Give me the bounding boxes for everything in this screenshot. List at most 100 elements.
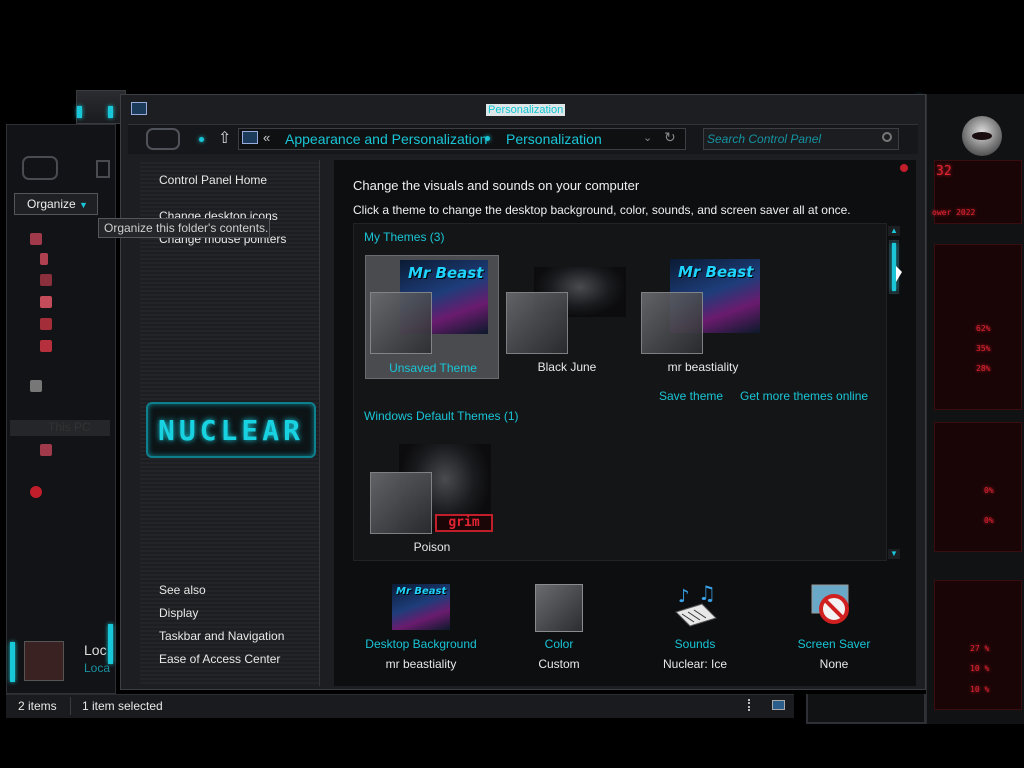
bg-list-item-icon[interactable]	[40, 253, 48, 265]
gadget-value: 0%	[984, 516, 994, 525]
bg-list-item-icon[interactable]	[30, 233, 42, 245]
bg-list-item-icon[interactable]	[40, 340, 52, 352]
sounds-item[interactable]: Sounds Nuclear: Ice	[630, 637, 760, 671]
gadget-value: 27 %	[970, 644, 990, 653]
nuclear-logo: NUCLEAR	[146, 402, 316, 458]
back-button[interactable]	[146, 128, 180, 150]
bg-network-icon[interactable]	[30, 380, 42, 392]
gadget-value: ower 2022	[932, 208, 976, 217]
bg-disc-icon[interactable]	[30, 486, 42, 498]
chevron-down-icon[interactable]: ⌄	[643, 131, 652, 144]
sounds-value: Nuclear: Ice	[662, 657, 728, 671]
theme-mr-beastiality[interactable]: Mr Beast mr beastiality	[636, 255, 770, 379]
theme-name: Poison	[413, 540, 451, 554]
gadget-block	[934, 422, 1022, 552]
organize-label: Organize	[27, 197, 76, 211]
search-input[interactable]	[707, 131, 879, 147]
svg-text:♫: ♫	[698, 584, 716, 605]
bg-list-item-icon[interactable]	[40, 318, 52, 330]
back-hex-button[interactable]	[22, 156, 58, 180]
breadcrumb-separator-icon	[485, 136, 490, 141]
organize-tooltip: Organize this folder's contents.	[98, 218, 270, 238]
gadget-value: 10 %	[970, 664, 990, 673]
page-subheading: Click a theme to change the desktop back…	[353, 203, 851, 217]
help-icon[interactable]	[900, 164, 908, 172]
bg-window-icon	[96, 160, 110, 178]
gadget-value: 10 %	[970, 685, 990, 694]
control-panel-icon	[242, 131, 258, 144]
scroll-down-arrow-icon[interactable]: ▼	[888, 549, 900, 559]
save-theme-link[interactable]: Save theme	[659, 389, 723, 403]
chevron-down-icon: ▼	[79, 200, 88, 210]
bg-folder-thumbnail	[24, 641, 64, 681]
frame-accent	[108, 624, 113, 664]
screen-saver-icon[interactable]	[810, 583, 856, 629]
color-value: Custom	[538, 657, 580, 671]
screen-saver-value: None	[819, 657, 849, 671]
details-view-icon[interactable]	[748, 699, 760, 711]
status-item-count: 2 items	[18, 699, 57, 713]
status-selected: 1 item selected	[82, 699, 163, 713]
frame-accent	[10, 642, 15, 682]
mouse-cursor-icon	[896, 266, 902, 282]
screen-saver-link[interactable]: Screen Saver	[769, 637, 899, 651]
organize-button[interactable]: Organize ▼	[14, 193, 98, 215]
desktop-background-icon[interactable]: Mr Beast	[392, 584, 450, 630]
display-link[interactable]: Display	[159, 606, 198, 620]
sounds-icon[interactable]: ♪ ♫	[672, 581, 720, 630]
refresh-icon[interactable]: ↻	[664, 129, 676, 146]
up-arrow-icon[interactable]: ⇧	[218, 128, 231, 148]
frame-accent	[77, 106, 82, 118]
get-more-themes-link[interactable]: Get more themes online	[740, 389, 868, 403]
theme-color-swatch	[506, 292, 568, 354]
taskbar-navigation-link[interactable]: Taskbar and Navigation	[159, 629, 284, 643]
control-panel-icon	[131, 102, 147, 115]
theme-art-text: Mr Beast	[678, 263, 754, 281]
theme-black-june[interactable]: Black June	[500, 255, 634, 379]
theme-name: mr beastiality	[667, 360, 739, 374]
theme-poison[interactable]: grim Poison	[365, 436, 499, 560]
breadcrumb-appearance[interactable]: Appearance and Personalization	[285, 131, 487, 147]
gadget-value: 28%	[976, 364, 991, 373]
screen-saver-item[interactable]: Screen Saver None	[769, 637, 899, 671]
bg-list-item-icon[interactable]	[40, 296, 52, 308]
gadget-footer-frame	[806, 694, 926, 724]
gadget-value: 0%	[984, 486, 994, 495]
desktop-background-link[interactable]: Desktop Background	[356, 637, 486, 651]
bg-list-item-icon[interactable]	[40, 274, 52, 286]
theme-name: Black June	[537, 360, 597, 374]
theme-name: Unsaved Theme	[389, 361, 477, 375]
gadget-value: 32	[936, 164, 952, 179]
control-panel-home-link[interactable]: Control Panel Home	[159, 173, 267, 187]
sounds-link[interactable]: Sounds	[630, 637, 760, 651]
color-item[interactable]: Color Custom	[494, 637, 624, 671]
large-icons-view-icon[interactable]	[772, 700, 785, 710]
scroll-up-arrow-icon[interactable]: ▲	[888, 226, 900, 236]
breadcrumb-personalization[interactable]: Personalization	[506, 131, 602, 147]
default-themes-label: Windows Default Themes (1)	[364, 409, 519, 423]
frame-accent	[108, 106, 113, 118]
bg-this-pc-item[interactable]: This PC	[10, 420, 110, 436]
desktop-background-item[interactable]: Desktop Background mr beastiality	[356, 637, 486, 671]
gadget-value: 35%	[976, 344, 991, 353]
theme-color-swatch	[370, 292, 432, 354]
color-link[interactable]: Color	[494, 637, 624, 651]
search-icon[interactable]	[882, 132, 892, 142]
bg-details-type: Loca	[84, 661, 111, 675]
theme-color-swatch	[641, 292, 703, 354]
theme-unsaved[interactable]: Mr Beast Unsaved Theme	[365, 255, 499, 379]
svg-text:♪: ♪	[678, 586, 690, 607]
ease-of-access-link[interactable]: Ease of Access Center	[159, 652, 280, 666]
alien-head-icon	[962, 116, 1002, 156]
see-also-heading: See also	[159, 583, 206, 597]
forward-indicator-icon[interactable]	[199, 137, 204, 142]
nuclear-logo-text: NUCLEAR	[157, 413, 304, 447]
page-heading: Change the visuals and sounds on your co…	[353, 178, 640, 193]
color-swatch-icon[interactable]	[535, 584, 583, 632]
bg-details-name: Loc	[84, 642, 107, 658]
bg-drive-icon[interactable]	[40, 444, 52, 456]
address-overflow-chevron[interactable]: «	[263, 130, 270, 145]
background-explorer-window	[76, 90, 126, 124]
theme-color-swatch	[370, 472, 432, 534]
theme-art-text: Mr Beast	[408, 264, 484, 282]
